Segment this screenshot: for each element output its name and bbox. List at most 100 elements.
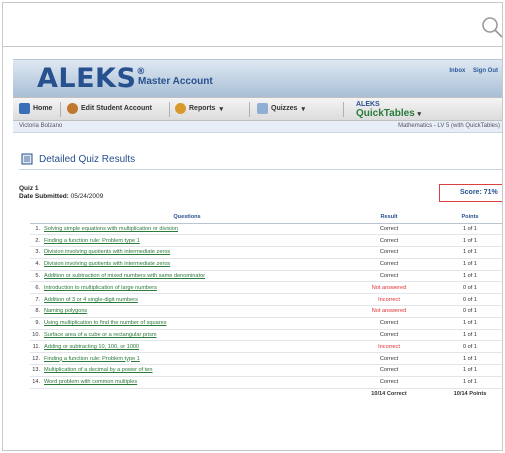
points-cell: 1 of 1 [434,376,502,389]
result-cell: Not answered [344,281,434,295]
question-number: 1. [30,223,44,236]
page-icon [21,153,33,165]
table-row: 11. Adding or subtracting 10, 100, or 100… [30,340,502,354]
table-row: 1. Solving simple equations with multipli… [30,223,502,236]
result-cell: Correct [344,246,434,259]
table-row: 2. Finding a function rule: Problem type … [30,234,502,248]
nav-edit-student[interactable]: Edit Student Account [67,103,152,114]
table-row: 3. Division involving quotients with inte… [30,246,502,259]
result-header: Result [344,211,434,224]
signout-link[interactable]: Sign Out [473,68,498,74]
quiz-name: Quiz 1 [19,185,39,192]
question-link[interactable]: Finding a function rule: Problem type 1 [44,234,344,248]
question-link[interactable]: Surface area of a cube or a rectangular … [44,329,344,342]
table-row: 14. Word problem with common multiples Cor… [30,376,502,389]
title-divider [19,169,502,170]
points-cell: 1 of 1 [434,364,502,377]
result-cell: Incorrect [344,340,434,354]
points-cell: 1 of 1 [434,258,502,271]
chevron-down-icon: ▾ [417,111,422,118]
table-row: 10. Surface area of a cube or a rectangul… [30,329,502,342]
table-row: 13. Multiplication of a decimal by a powe… [30,364,502,377]
question-link[interactable]: Division involving quotients with interm… [44,246,344,259]
result-cell: Correct [344,352,434,366]
question-link[interactable]: Solving simple equations with multiplica… [44,223,344,236]
table-row: 5. Addition or subtraction of mixed numbe… [30,270,502,283]
table-row: 7. Addition of 3 or 4 single-digit number… [30,293,502,307]
nav-quizzes[interactable]: Quizzes ▾ [257,103,305,114]
question-link[interactable]: Naming polygons [44,305,344,318]
score-box: Score: 71% [439,184,502,202]
result-cell: Correct [344,258,434,271]
question-number: 7. [30,293,44,307]
points-cell: 0 of 1 [434,281,502,295]
question-number: 3. [30,246,44,259]
question-number: 11. [30,340,44,354]
results-table: Questions Result Points 1. Solving simple… [30,211,502,400]
result-cell: Correct [344,376,434,389]
aleks-logo[interactable]: ALEKS® [37,63,146,94]
aleks-header: ALEKS® Master Account Inbox Sign Out [13,59,502,97]
table-row: 12. Finding a function rule: Problem type… [30,352,502,366]
chevron-down-icon: ▾ [301,105,305,113]
zoom-icon[interactable] [480,15,503,41]
points-cell: 1 of 1 [434,246,502,259]
chevron-down-icon: ▾ [219,105,223,113]
question-link[interactable]: Finding a function rule: Problem type 1 [44,352,344,366]
question-number: 2. [30,234,44,248]
question-link[interactable]: Division involving quotients with interm… [44,258,344,271]
question-number: 4. [30,258,44,271]
points-cell: 1 of 1 [434,352,502,366]
total-result: 10/14 Correct [371,391,407,398]
question-link[interactable]: Using multiplication to find the number … [44,317,344,330]
date-label: Date Submitted: [19,193,69,200]
nav-quicktables[interactable]: ALEKS QuickTables ▾ [356,100,421,119]
nav-reports[interactable]: Reports ▾ [175,103,223,114]
points-cell: 1 of 1 [434,223,502,236]
question-number: 6. [30,281,44,295]
questions-header: Questions [30,211,344,224]
date-value: 05/24/2009 [70,193,104,200]
browser-frame: ALEKS® Master Account Inbox Sign Out Hom… [2,2,503,451]
account-label: Master Account [138,76,213,87]
question-link[interactable]: Multiplication of a decimal by a power o… [44,364,344,377]
inbox-link[interactable]: Inbox [449,68,465,74]
quizzes-icon [257,103,268,114]
question-number: 10. [30,329,44,342]
nav-home[interactable]: Home [19,103,52,114]
question-link[interactable]: Adding or subtracting 10, 100, or 1000 [44,340,344,354]
total-points: 10/14 Points [453,391,487,398]
question-number: 5. [30,270,44,283]
table-row: 9. Using multiplication to find the numbe… [30,317,502,330]
points-cell: 1 of 1 [434,329,502,342]
table-row: 4. Division involving quotients with inte… [30,258,502,271]
result-cell: Correct [344,223,434,236]
result-cell: Not answered [344,305,434,318]
main-nav: Home Edit Student Account Reports ▾ Quiz… [13,97,502,121]
question-link[interactable]: Addition or subtraction of mixed numbers… [44,270,344,283]
user-icon [67,103,78,114]
question-link[interactable]: Addition of 3 or 4 single-digit numbers [44,293,344,307]
result-cell: Correct [344,234,434,248]
points-cell: 1 of 1 [434,317,502,330]
home-icon [19,103,30,114]
top-links: Inbox Sign Out [443,68,498,74]
points-header: Points [434,211,502,224]
question-number: 8. [30,305,44,318]
question-link[interactable]: Introduction to multiplication of large … [44,281,344,295]
table-header-row: Questions Result Points [30,211,502,224]
result-cell: Correct [344,317,434,330]
result-cell: Correct [344,270,434,283]
table-row: 8. Naming polygons Not answered 0 of 1 [30,305,502,318]
reports-icon [175,103,186,114]
question-number: 9. [30,317,44,330]
question-number: 12. [30,352,44,366]
question-link[interactable]: Word problem with common multiples [44,376,344,389]
result-cell: Correct [344,364,434,377]
course-name: Mathematics - LV 5 (with QuickTables) [398,123,500,129]
points-cell: 1 of 1 [434,234,502,248]
quiz-info: Quiz 1 Date Submitted: 05/24/2009 [19,185,103,201]
result-cell: Correct [344,329,434,342]
table-row: 6. Introduction to multiplication of larg… [30,281,502,295]
page-title: Detailed Quiz Results [21,153,135,165]
